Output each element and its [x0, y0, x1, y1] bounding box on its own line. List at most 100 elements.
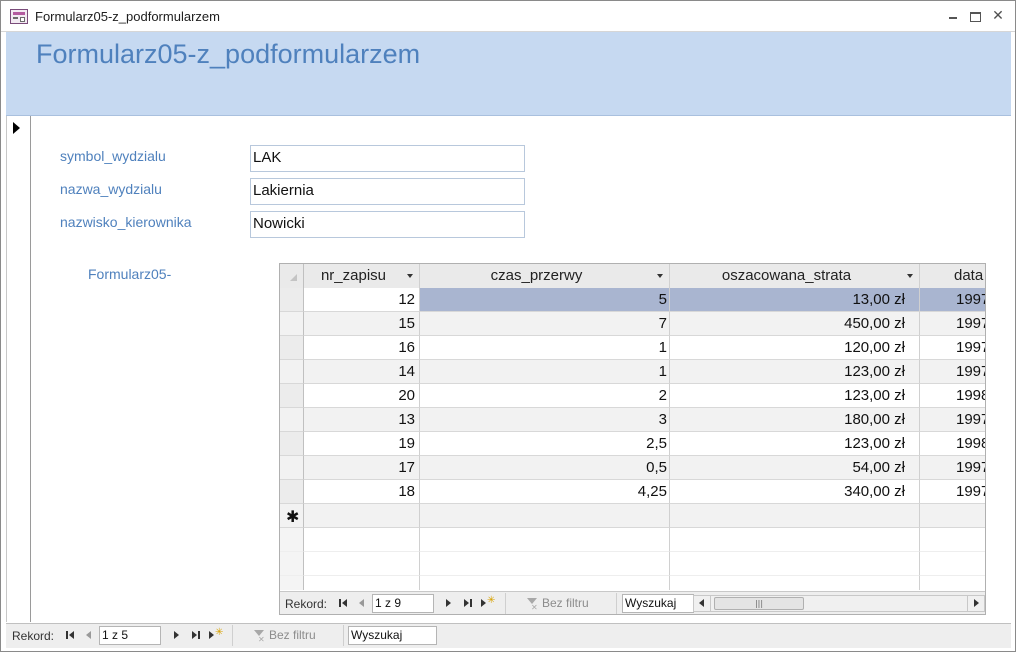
cell-czas-przerwy[interactable]: 2: [420, 384, 670, 408]
empty-cell[interactable]: [420, 504, 670, 528]
column-header-oszacowana-strata[interactable]: oszacowana_strata: [670, 264, 920, 288]
dropdown-arrow-icon[interactable]: [407, 274, 413, 278]
cell-oszacowana-strata[interactable]: 450,00 zł: [670, 312, 920, 336]
cell-oszacowana-strata[interactable]: 340,00 zł: [670, 480, 920, 504]
table-row[interactable]: 157450,00 zł1997: [280, 312, 985, 336]
table-row[interactable]: 133180,00 zł1997: [280, 408, 985, 432]
empty-cell: [304, 576, 420, 590]
cell-data[interactable]: 1997: [920, 288, 985, 312]
previous-record-icon[interactable]: [83, 630, 95, 642]
cell-oszacowana-strata[interactable]: 180,00 zł: [670, 408, 920, 432]
minimize-icon[interactable]: [946, 10, 960, 22]
filter-button[interactable]: Bez filtru: [505, 593, 617, 614]
row-selector[interactable]: [280, 360, 304, 384]
cell-oszacowana-strata[interactable]: 123,00 zł: [670, 432, 920, 456]
dropdown-arrow-icon[interactable]: [907, 274, 913, 278]
next-record-icon[interactable]: [171, 630, 183, 642]
new-record-icon: ✱: [286, 509, 300, 526]
row-selector[interactable]: [280, 312, 304, 336]
cell-czas-przerwy[interactable]: 1: [420, 336, 670, 360]
row-selector[interactable]: [280, 432, 304, 456]
column-header-nr-zapisu[interactable]: nr_zapisu: [304, 264, 420, 288]
subform-datasheet[interactable]: nr_zapisu czas_przerwy oszacowana_strata…: [279, 263, 986, 615]
cell-czas-przerwy[interactable]: 2,5: [420, 432, 670, 456]
cell-nr-zapisu[interactable]: 19: [304, 432, 420, 456]
cell-data[interactable]: 1998: [920, 432, 985, 456]
cell-nr-zapisu[interactable]: 12: [304, 288, 420, 312]
table-row[interactable]: 202123,00 zł1998: [280, 384, 985, 408]
cell-data[interactable]: 1997: [920, 312, 985, 336]
symbol-wydzialu-input[interactable]: LAK: [250, 145, 525, 172]
row-selector[interactable]: [280, 456, 304, 480]
cell-czas-przerwy[interactable]: 4,25: [420, 480, 670, 504]
table-row[interactable]: 184,25340,00 zł1997: [280, 480, 985, 504]
cell-nr-zapisu[interactable]: 17: [304, 456, 420, 480]
first-record-icon[interactable]: [338, 598, 350, 610]
cell-czas-przerwy[interactable]: 5: [420, 288, 670, 312]
dropdown-arrow-icon[interactable]: [657, 274, 663, 278]
table-row[interactable]: 170,554,00 zł1997: [280, 456, 985, 480]
access-form-window: Formularz05-z_podformularzem ✕ Formularz…: [0, 0, 1016, 652]
cell-czas-przerwy[interactable]: 3: [420, 408, 670, 432]
cell-czas-przerwy[interactable]: 7: [420, 312, 670, 336]
horizontal-scrollbar[interactable]: |||: [693, 595, 985, 612]
cell-oszacowana-strata[interactable]: 13,00 zł: [670, 288, 920, 312]
select-all-corner[interactable]: [280, 264, 304, 288]
nazwisko-kierownika-input[interactable]: Nowicki: [250, 211, 525, 238]
record-selector[interactable]: [6, 116, 31, 622]
close-icon[interactable]: ✕: [991, 9, 1005, 23]
cell-oszacowana-strata[interactable]: 120,00 zł: [670, 336, 920, 360]
cell-data[interactable]: 1997: [920, 360, 985, 384]
first-record-icon[interactable]: [65, 630, 77, 642]
row-selector[interactable]: [280, 480, 304, 504]
table-row[interactable]: 192,5123,00 zł1998: [280, 432, 985, 456]
row-selector[interactable]: [280, 384, 304, 408]
restore-icon[interactable]: [968, 10, 982, 22]
column-header-czas-przerwy[interactable]: czas_przerwy: [420, 264, 670, 288]
table-row[interactable]: 161120,00 zł1997: [280, 336, 985, 360]
cell-nr-zapisu[interactable]: 15: [304, 312, 420, 336]
cell-nr-zapisu[interactable]: 20: [304, 384, 420, 408]
cell-nr-zapisu[interactable]: 16: [304, 336, 420, 360]
empty-cell[interactable]: [670, 504, 920, 528]
last-record-icon[interactable]: [190, 630, 202, 642]
cell-oszacowana-strata[interactable]: 54,00 zł: [670, 456, 920, 480]
cell-nr-zapisu[interactable]: 14: [304, 360, 420, 384]
row-selector[interactable]: [280, 288, 304, 312]
new-record-icon[interactable]: [481, 595, 497, 610]
filter-button[interactable]: Bez filtru: [232, 625, 344, 650]
cell-nr-zapisu[interactable]: 13: [304, 408, 420, 432]
scroll-thumb[interactable]: |||: [714, 597, 804, 610]
row-selector[interactable]: [280, 408, 304, 432]
table-row[interactable]: 141123,00 zł1997: [280, 360, 985, 384]
cell-data[interactable]: 1997: [920, 456, 985, 480]
last-record-icon[interactable]: [462, 598, 474, 610]
record-position-input[interactable]: 1 z 9: [372, 594, 434, 613]
new-record-row[interactable]: ✱: [280, 504, 985, 528]
cell-oszacowana-strata[interactable]: 123,00 zł: [670, 360, 920, 384]
table-row[interactable]: 12513,00 zł1997: [280, 288, 985, 312]
empty-cell[interactable]: [920, 504, 985, 528]
row-selector[interactable]: ✱: [280, 504, 304, 528]
column-header-data[interactable]: data: [920, 264, 985, 288]
empty-cell: [304, 528, 420, 552]
cell-data[interactable]: 1998: [920, 384, 985, 408]
nazwa-wydzialu-input[interactable]: Lakiernia: [250, 178, 525, 205]
record-position-input[interactable]: 1 z 5: [99, 626, 161, 645]
cell-data[interactable]: 1997: [920, 336, 985, 360]
cell-czas-przerwy[interactable]: 1: [420, 360, 670, 384]
search-input[interactable]: Wyszukaj: [348, 626, 437, 645]
cell-nr-zapisu[interactable]: 18: [304, 480, 420, 504]
cell-data[interactable]: 1997: [920, 408, 985, 432]
search-input[interactable]: Wyszukaj: [622, 594, 694, 613]
cell-czas-przerwy[interactable]: 0,5: [420, 456, 670, 480]
previous-record-icon[interactable]: [356, 598, 368, 610]
cell-data[interactable]: 1997: [920, 480, 985, 504]
cell-oszacowana-strata[interactable]: 123,00 zł: [670, 384, 920, 408]
scroll-right-icon[interactable]: [967, 596, 984, 611]
next-record-icon[interactable]: [443, 598, 455, 610]
empty-cell[interactable]: [304, 504, 420, 528]
row-selector[interactable]: [280, 336, 304, 360]
new-record-icon[interactable]: [209, 627, 225, 642]
scroll-left-icon[interactable]: [694, 596, 711, 611]
